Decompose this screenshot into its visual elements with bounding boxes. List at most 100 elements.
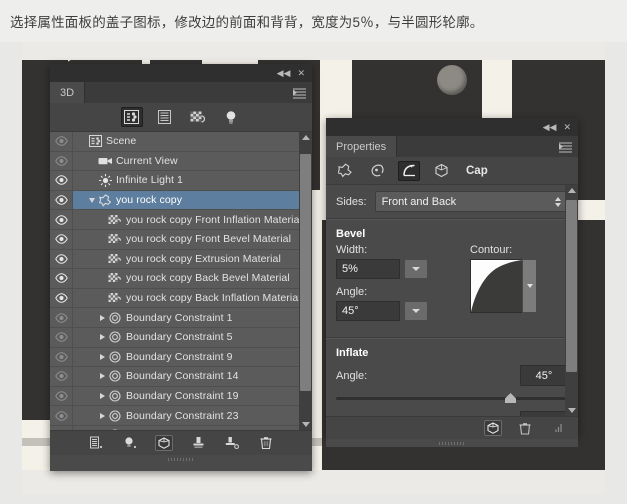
inflate-strength-input[interactable]: 0% bbox=[520, 411, 568, 416]
tab-3d[interactable]: 3D bbox=[50, 82, 85, 103]
disclosure-right-icon[interactable] bbox=[97, 393, 107, 399]
contour-thumbnail[interactable] bbox=[470, 259, 524, 313]
delete-icon[interactable] bbox=[257, 435, 275, 451]
tree-row-body[interactable]: you rock copy Back Inflation Material bbox=[73, 289, 312, 308]
cap-tab-icon[interactable] bbox=[398, 161, 420, 181]
tree-row-body[interactable]: Boundary Constraint 14 bbox=[73, 367, 312, 386]
panel-menu-icon[interactable] bbox=[559, 142, 572, 151]
visibility-toggle-icon[interactable] bbox=[50, 367, 73, 386]
disclosure-right-icon[interactable] bbox=[97, 315, 107, 321]
bevel-angle-dropdown-icon[interactable] bbox=[404, 301, 428, 321]
collapse-icon[interactable]: ◀◀ bbox=[543, 123, 557, 132]
visibility-toggle-icon[interactable] bbox=[50, 387, 73, 406]
collapse-icon[interactable]: ◀◀ bbox=[277, 69, 291, 78]
visibility-toggle-icon[interactable] bbox=[50, 426, 73, 430]
panel-3d-resize-grip[interactable] bbox=[50, 455, 312, 463]
delete-icon[interactable] bbox=[516, 420, 534, 436]
tree-row[interactable]: you rock copy Extrusion Material bbox=[50, 250, 312, 270]
inflate-angle-slider[interactable] bbox=[336, 393, 568, 403]
tree-row[interactable]: you rock copy Front Bevel Material bbox=[50, 230, 312, 250]
tree-row[interactable]: Boundary Constraint 27 bbox=[50, 426, 312, 430]
tree-row-body[interactable]: you rock copy bbox=[73, 191, 312, 210]
visibility-toggle-icon[interactable] bbox=[50, 191, 73, 210]
bevel-width-input[interactable]: 5% bbox=[336, 259, 400, 279]
disclosure-right-icon[interactable] bbox=[97, 413, 107, 419]
tree-row[interactable]: Infinite Light 1 bbox=[50, 171, 312, 191]
scrollbar-track[interactable] bbox=[565, 196, 578, 405]
scrollbar-thumb[interactable] bbox=[566, 200, 577, 371]
scroll-up-icon[interactable] bbox=[568, 185, 576, 196]
visibility-toggle-icon[interactable] bbox=[50, 348, 73, 367]
bevel-angle-field[interactable]: 45° bbox=[336, 301, 456, 321]
disclosure-right-icon[interactable] bbox=[97, 354, 107, 360]
tree-row-body[interactable]: Boundary Constraint 1 bbox=[73, 308, 312, 327]
tree-row[interactable]: you rock copy Front Inflation Material bbox=[50, 210, 312, 230]
contour-dropdown-icon[interactable] bbox=[522, 259, 537, 313]
scrollbar-track[interactable] bbox=[299, 143, 312, 419]
panel-resize-icon[interactable] bbox=[548, 420, 566, 436]
tree-row[interactable]: Boundary Constraint 19 bbox=[50, 387, 312, 407]
tree-row-body[interactable]: Boundary Constraint 9 bbox=[73, 348, 312, 367]
panel-properties-resize-grip[interactable] bbox=[326, 439, 578, 447]
scrollbar-thumb[interactable] bbox=[300, 154, 311, 391]
tree-row-body[interactable]: Boundary Constraint 27 bbox=[73, 426, 312, 430]
visibility-toggle-icon[interactable] bbox=[50, 308, 73, 327]
visibility-toggle-icon[interactable] bbox=[50, 328, 73, 347]
tree-row[interactable]: you rock copy bbox=[50, 191, 312, 211]
visibility-toggle-icon[interactable] bbox=[50, 289, 73, 308]
tree-row[interactable]: Current View bbox=[50, 152, 312, 172]
add-light-icon[interactable] bbox=[121, 435, 139, 451]
tree-row[interactable]: Boundary Constraint 1 bbox=[50, 308, 312, 328]
scene-filter-icon[interactable] bbox=[121, 107, 143, 127]
scene-tree[interactable]: SceneCurrent ViewInfinite Light 1you roc… bbox=[50, 132, 312, 430]
visibility-toggle-icon[interactable] bbox=[50, 250, 73, 269]
tree-row-body[interactable]: you rock copy Front Inflation Material bbox=[73, 210, 312, 229]
sides-select[interactable]: Front and Back bbox=[375, 191, 568, 212]
tab-properties[interactable]: Properties bbox=[326, 136, 397, 157]
tree-row-body[interactable]: you rock copy Extrusion Material bbox=[73, 250, 312, 269]
visibility-toggle-icon[interactable] bbox=[50, 269, 73, 288]
materials-filter-icon[interactable] bbox=[187, 107, 209, 127]
panel-menu-icon[interactable] bbox=[293, 88, 306, 97]
tree-row[interactable]: Boundary Constraint 23 bbox=[50, 406, 312, 426]
tree-row-body[interactable]: Current View bbox=[73, 152, 312, 171]
tree-row[interactable]: Boundary Constraint 9 bbox=[50, 348, 312, 368]
tree-row[interactable]: Boundary Constraint 14 bbox=[50, 367, 312, 387]
visibility-toggle-icon[interactable] bbox=[50, 406, 73, 425]
visibility-toggle-icon[interactable] bbox=[50, 132, 73, 151]
scroll-down-icon[interactable] bbox=[568, 405, 576, 416]
tree-row-body[interactable]: Boundary Constraint 23 bbox=[73, 406, 312, 425]
render-icon[interactable] bbox=[155, 435, 173, 451]
add-mesh-icon[interactable] bbox=[87, 435, 105, 451]
inflate-angle-input[interactable]: 45° bbox=[520, 365, 568, 386]
coordinates-tab-icon[interactable] bbox=[430, 161, 452, 181]
deform-tab-icon[interactable] bbox=[366, 161, 388, 181]
tree-row[interactable]: you rock copy Back Bevel Material bbox=[50, 269, 312, 289]
bevel-width-dropdown-icon[interactable] bbox=[404, 259, 428, 279]
scene-tree-scrollbar[interactable] bbox=[299, 132, 312, 430]
properties-scrollbar[interactable] bbox=[565, 185, 578, 416]
tree-row-body[interactable]: Boundary Constraint 19 bbox=[73, 387, 312, 406]
tree-row-body[interactable]: you rock copy Front Bevel Material bbox=[73, 230, 312, 249]
disclosure-down-icon[interactable] bbox=[87, 198, 97, 203]
bevel-width-field[interactable]: 5% bbox=[336, 259, 456, 279]
close-icon[interactable]: ✕ bbox=[563, 123, 571, 132]
close-icon[interactable]: ✕ bbox=[297, 69, 305, 78]
visibility-toggle-icon[interactable] bbox=[50, 152, 73, 171]
tree-row-body[interactable]: Infinite Light 1 bbox=[73, 171, 312, 190]
disclosure-right-icon[interactable] bbox=[97, 334, 107, 340]
visibility-toggle-icon[interactable] bbox=[50, 171, 73, 190]
scroll-down-icon[interactable] bbox=[302, 419, 310, 430]
tree-row-body[interactable]: you rock copy Back Bevel Material bbox=[73, 269, 312, 288]
tree-row-body[interactable]: Scene bbox=[73, 132, 312, 151]
lights-filter-icon[interactable] bbox=[220, 107, 242, 127]
tree-row[interactable]: Scene bbox=[50, 132, 312, 152]
tree-row[interactable]: Boundary Constraint 5 bbox=[50, 328, 312, 348]
bevel-angle-input[interactable]: 45° bbox=[336, 301, 400, 321]
slider-knob[interactable] bbox=[505, 393, 516, 403]
disclosure-right-icon[interactable] bbox=[97, 373, 107, 379]
visibility-toggle-icon[interactable] bbox=[50, 210, 73, 229]
render-settings-icon[interactable] bbox=[484, 420, 502, 436]
scroll-up-icon[interactable] bbox=[302, 132, 310, 143]
add-ibl-icon[interactable] bbox=[189, 435, 207, 451]
